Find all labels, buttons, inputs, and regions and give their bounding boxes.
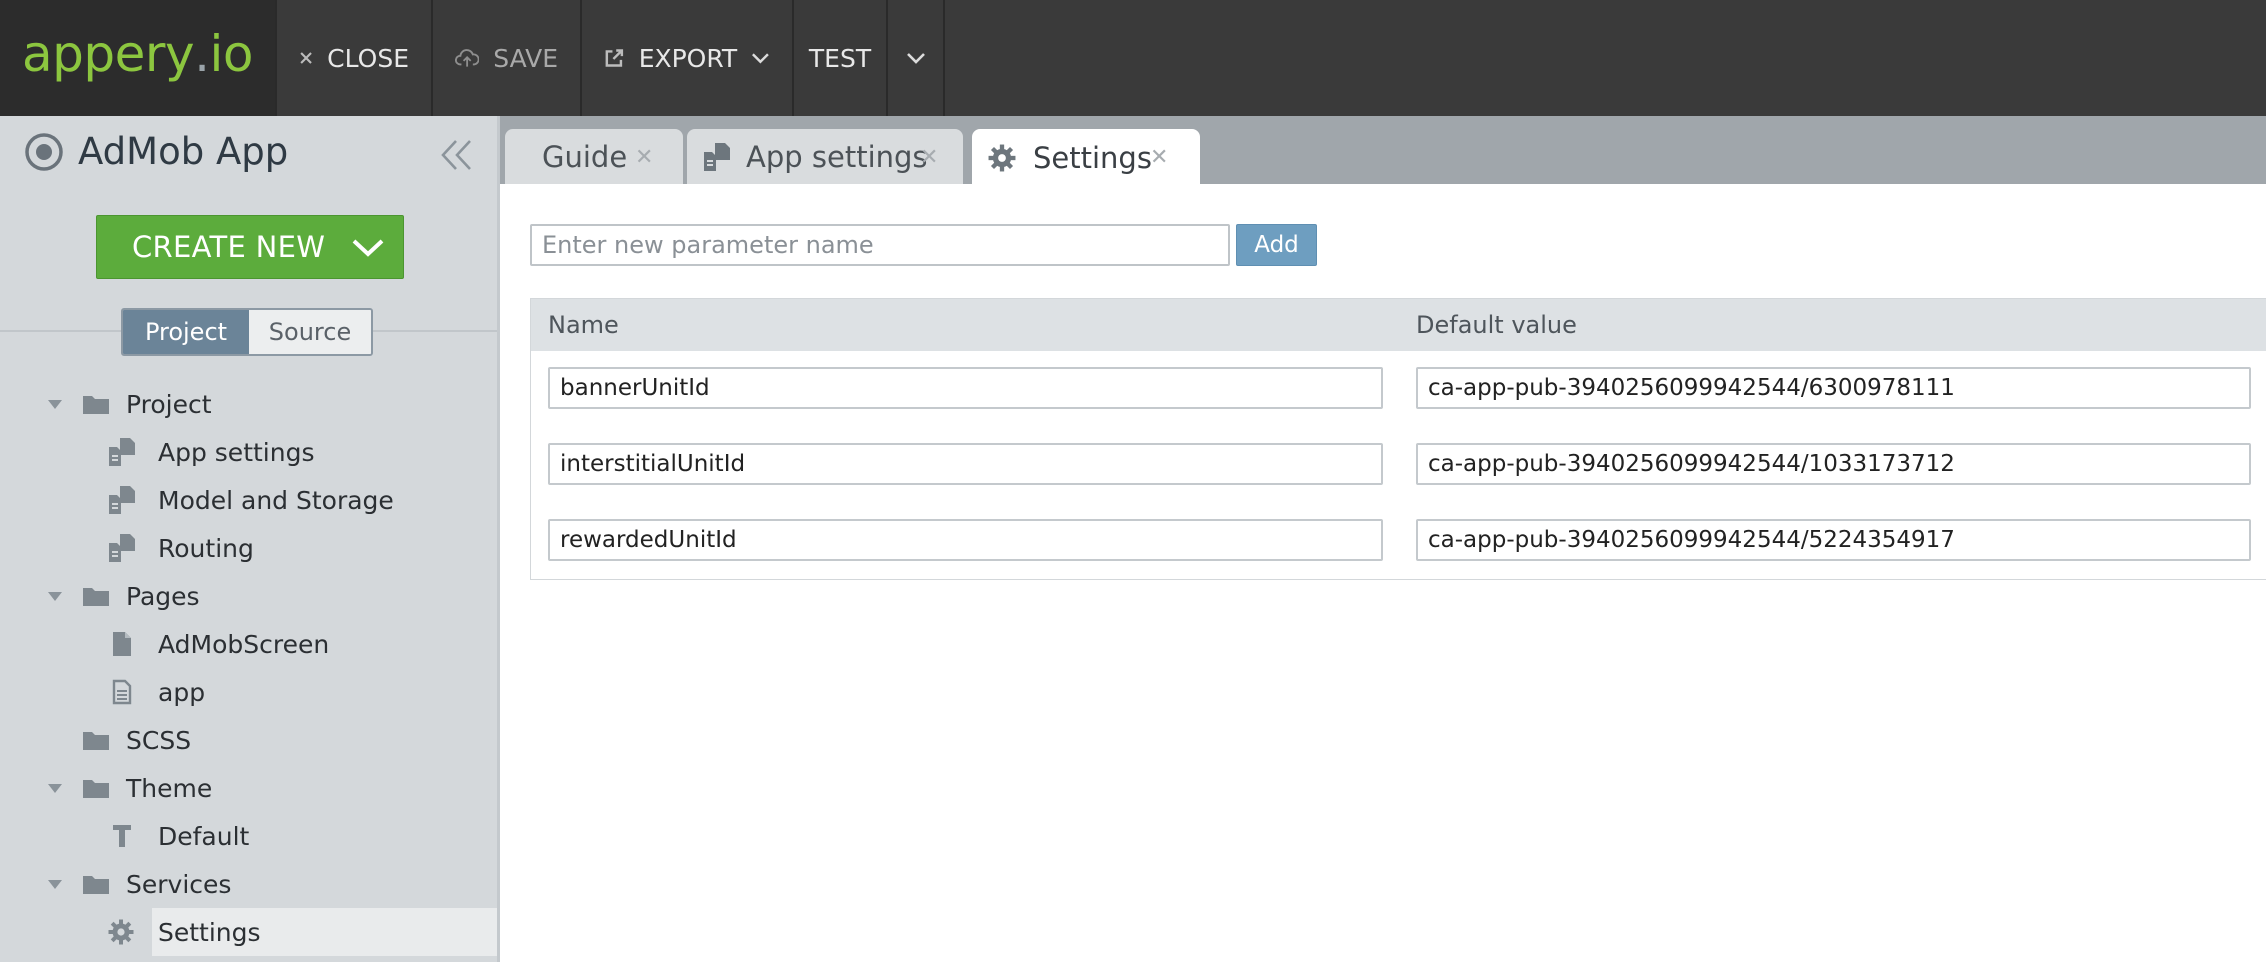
tree-item-label: AdMobScreen — [158, 629, 330, 659]
tree-item-label: Default — [158, 821, 250, 851]
tab-label: Guide — [542, 140, 628, 174]
app-target-icon — [25, 132, 63, 171]
tab-label: Settings — [1033, 140, 1152, 175]
tree-item-label: Model and Storage — [158, 485, 394, 515]
logo-text-dot: . — [194, 25, 210, 83]
settings-file-icon — [109, 486, 135, 514]
tree-item-label: Project — [126, 389, 212, 419]
tree-item-label: Settings — [158, 917, 261, 947]
test-label: TEST — [808, 43, 872, 73]
tree-item-model-and-storage[interactable]: Model and Storage — [0, 478, 500, 522]
project-sidebar: AdMob App CREATE NEW Project Source Proj… — [0, 116, 500, 962]
tree-item-label: Services — [126, 869, 232, 899]
project-header: AdMob App — [24, 130, 288, 173]
tree-item-services[interactable]: Services — [0, 862, 500, 906]
settings-editor: Add Name Default value — [500, 184, 2266, 962]
chevron-down-icon — [333, 216, 403, 278]
tree-item-label: Theme — [126, 773, 213, 803]
tree-item-admobscreen[interactable]: AdMobScreen — [0, 622, 500, 666]
tree-item-pages[interactable]: Pages — [0, 574, 500, 618]
test-dropdown-button[interactable] — [888, 0, 945, 116]
folder-icon — [83, 876, 109, 894]
collapse-sidebar-button[interactable] — [440, 138, 474, 176]
tree-item-theme[interactable]: Theme — [0, 766, 500, 810]
parameter-name-input[interactable] — [548, 367, 1383, 409]
page-icon — [113, 632, 131, 656]
table-header: Name Default value — [531, 299, 2266, 351]
double-chevron-left-icon — [441, 140, 471, 170]
tree-item-app-settings[interactable]: App settings — [0, 430, 500, 474]
caret-down-icon[interactable] — [47, 782, 63, 794]
appery-logo[interactable]: appery. io — [0, 0, 275, 116]
tree-item-settings[interactable]: Settings — [0, 908, 500, 956]
gear-icon — [108, 919, 134, 945]
tree-item-project[interactable]: Project — [0, 382, 500, 426]
folder-icon — [83, 396, 109, 414]
chevron-down-icon — [906, 53, 925, 64]
page-outline-icon — [112, 679, 132, 705]
settings-file-icon — [109, 534, 135, 562]
parameter-value-input[interactable] — [1416, 443, 2251, 485]
close-tab-icon[interactable]: ✕ — [920, 145, 938, 170]
settings-file-icon — [704, 143, 730, 171]
tab-settings[interactable]: Settings ✕ — [972, 129, 1200, 186]
parameter-value-input[interactable] — [1416, 519, 2251, 561]
cloud-upload-icon — [455, 49, 480, 67]
close-button[interactable]: CLOSE — [275, 0, 433, 116]
tree-item-default[interactable]: Default — [0, 814, 500, 858]
column-header-name: Name — [548, 311, 619, 339]
tree-item-label: App settings — [158, 437, 315, 467]
parameter-value-input[interactable] — [1416, 367, 2251, 409]
settings-file-icon — [109, 438, 135, 466]
tree-item-label: app — [158, 677, 206, 707]
close-label: CLOSE — [327, 43, 409, 73]
project-source-toggle: Project Source — [121, 308, 373, 356]
export-button[interactable]: EXPORT — [582, 0, 794, 116]
chevron-down-icon — [752, 53, 769, 64]
gear-icon — [988, 144, 1016, 172]
caret-down-icon[interactable] — [47, 878, 63, 890]
create-new-button[interactable]: CREATE NEW — [96, 215, 404, 279]
parameters-table: Name Default value — [530, 298, 2266, 580]
add-parameter-button[interactable]: Add — [1236, 224, 1317, 266]
tree-item-label: Routing — [158, 533, 254, 563]
tab-guide[interactable]: Guide ✕ — [505, 129, 683, 185]
tree-item-label: Pages — [126, 581, 200, 611]
caret-down-icon[interactable] — [47, 398, 63, 410]
toggle-project[interactable]: Project — [123, 310, 249, 354]
theme-t-icon — [113, 825, 131, 847]
top-toolbar: appery. io CLOSE SAVE EXPORT TEST — [0, 0, 2266, 116]
tab-app-settings[interactable]: App settings ✕ — [687, 129, 963, 185]
folder-icon — [83, 732, 109, 750]
caret-down-icon[interactable] — [47, 590, 63, 602]
parameter-name-input[interactable] — [548, 519, 1383, 561]
create-new-label: CREATE NEW — [132, 230, 326, 264]
save-label: SAVE — [493, 43, 558, 73]
logo-text-appery: appery — [22, 25, 195, 83]
save-button[interactable]: SAVE — [433, 0, 582, 116]
folder-icon — [83, 780, 109, 798]
test-button[interactable]: TEST — [794, 0, 888, 116]
close-tab-icon[interactable]: ✕ — [1150, 145, 1168, 170]
tree-item-scss[interactable]: SCSS — [0, 718, 500, 762]
parameter-name-input[interactable] — [548, 443, 1383, 485]
export-label: EXPORT — [638, 43, 738, 73]
tab-label: App settings — [746, 140, 928, 174]
folder-icon — [83, 588, 109, 606]
tree-item-label: SCSS — [126, 725, 192, 755]
column-header-default-value: Default value — [1416, 311, 1577, 339]
export-icon — [605, 49, 624, 67]
logo-text-io: io — [209, 25, 253, 83]
close-icon — [300, 52, 312, 64]
project-title: AdMob App — [78, 130, 289, 173]
tree-item-routing[interactable]: Routing — [0, 526, 500, 570]
toggle-source[interactable]: Source — [249, 310, 371, 354]
new-parameter-input[interactable] — [530, 224, 1230, 266]
tree-item-app[interactable]: app — [0, 670, 500, 714]
close-tab-icon[interactable]: ✕ — [635, 145, 653, 170]
